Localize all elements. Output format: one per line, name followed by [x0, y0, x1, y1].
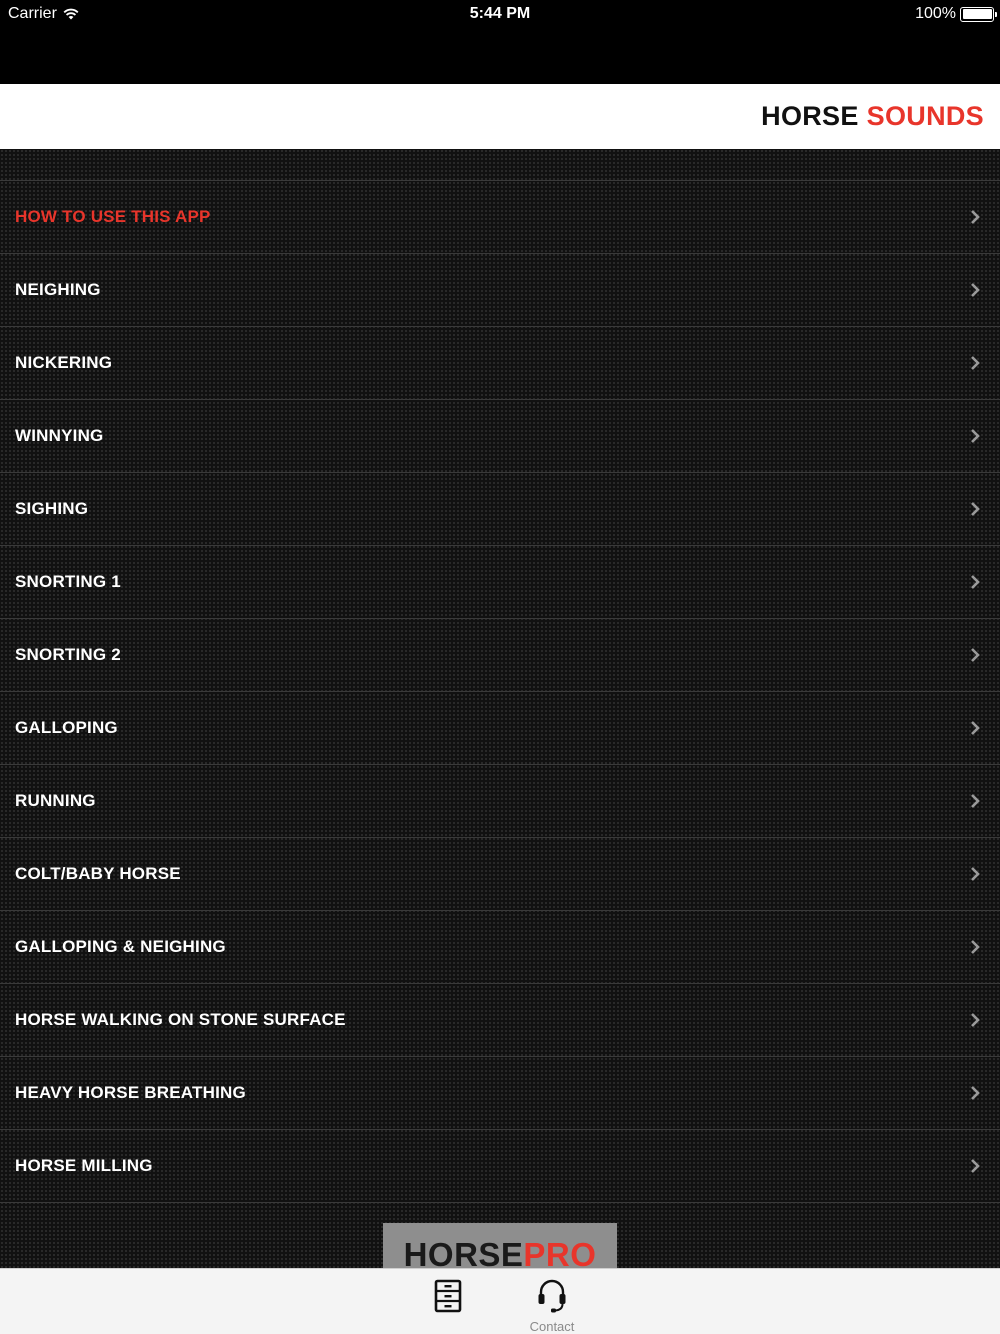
menu-item[interactable]: HORSE MILLING [0, 1130, 1000, 1203]
menu-item[interactable]: HOW TO USE THIS APP [0, 181, 1000, 254]
chevron-right-icon [971, 1013, 980, 1027]
menu-item-label: SIGHING [15, 499, 89, 518]
menu-item-label: COLT/BABY HORSE [15, 864, 181, 883]
chevron-right-icon [971, 648, 980, 662]
menu-item[interactable]: HORSE WALKING ON STONE SURFACE [0, 984, 1000, 1057]
menu-item-label: GALLOPING [15, 718, 118, 737]
tab-menu[interactable]: Menu [408, 1275, 488, 1334]
battery-indicator: 100% [915, 5, 997, 23]
chevron-right-icon [971, 356, 980, 370]
chevron-right-icon [971, 1086, 980, 1100]
chevron-right-icon [971, 867, 980, 881]
chevron-right-icon [971, 794, 980, 808]
status-bar: Carrier 5:44 PM 100% [0, 0, 1000, 84]
horsepro-logo: HORSE PRO [383, 1223, 617, 1268]
menu-item-label: HEAVY HORSE BREATHING [15, 1083, 246, 1102]
menu-item-label: WINNYING [15, 426, 104, 445]
chevron-right-icon [971, 940, 980, 954]
menu-item[interactable]: GALLOPING & NEIGHING [0, 911, 1000, 984]
logo-text-primary: HORSE [403, 1236, 524, 1268]
battery-percent: 100% [915, 5, 956, 22]
app-header: HORSE SOUNDS [0, 84, 1000, 149]
menu-item[interactable]: COLT/BABY HORSE [0, 838, 1000, 911]
menu-item[interactable]: SIGHING [0, 473, 1000, 546]
menu-item[interactable]: RUNNING [0, 765, 1000, 838]
tab-menu-label: Menu [431, 1319, 465, 1334]
chevron-right-icon [971, 721, 980, 735]
menu-item-label: SNORTING 1 [15, 572, 121, 591]
tab-contact[interactable]: Contact [512, 1275, 592, 1334]
menu-item-label: HORSE WALKING ON STONE SURFACE [15, 1010, 346, 1029]
menu-item-label: RUNNING [15, 791, 96, 810]
menu-item-label: NICKERING [15, 353, 113, 372]
chevron-right-icon [971, 1159, 980, 1173]
status-time: 5:44 PM [469, 5, 531, 22]
headset-icon [538, 1279, 566, 1313]
battery-icon [960, 6, 997, 22]
menu-item-label: GALLOPING & NEIGHING [15, 937, 226, 956]
drawer-cabinet-icon [434, 1279, 462, 1313]
chevron-right-icon [971, 210, 980, 224]
menu-item-label: HOW TO USE THIS APP [15, 207, 211, 226]
tab-contact-label: Contact [529, 1319, 575, 1334]
menu-item-label: HORSE MILLING [15, 1156, 153, 1175]
menu-item[interactable]: WINNYING [0, 400, 1000, 473]
header-title-primary: HORSE [761, 101, 859, 131]
menu-item[interactable]: SNORTING 2 [0, 619, 1000, 692]
logo-text-accent: PRO [523, 1236, 597, 1268]
menu-item-label: SNORTING 2 [15, 645, 121, 664]
menu-item[interactable]: HEAVY HORSE BREATHING [0, 1057, 1000, 1130]
chevron-right-icon [971, 429, 980, 443]
chevron-right-icon [971, 283, 980, 297]
tab-bar: Menu Contact [0, 1268, 1000, 1334]
list-top-spacer [0, 149, 1000, 181]
chevron-right-icon [971, 502, 980, 516]
header-title-accent: SOUNDS [866, 101, 984, 131]
menu-item[interactable]: NEIGHING [0, 254, 1000, 327]
menu-item[interactable]: GALLOPING [0, 692, 1000, 765]
menu-item[interactable]: NICKERING [0, 327, 1000, 400]
sound-menu-list[interactable]: HOW TO USE THIS APP NEIGHING NICKERING WINN… [0, 149, 1000, 1268]
menu-item[interactable]: SNORTING 1 [0, 546, 1000, 619]
menu-item-label: NEIGHING [15, 280, 101, 299]
chevron-right-icon [971, 575, 980, 589]
